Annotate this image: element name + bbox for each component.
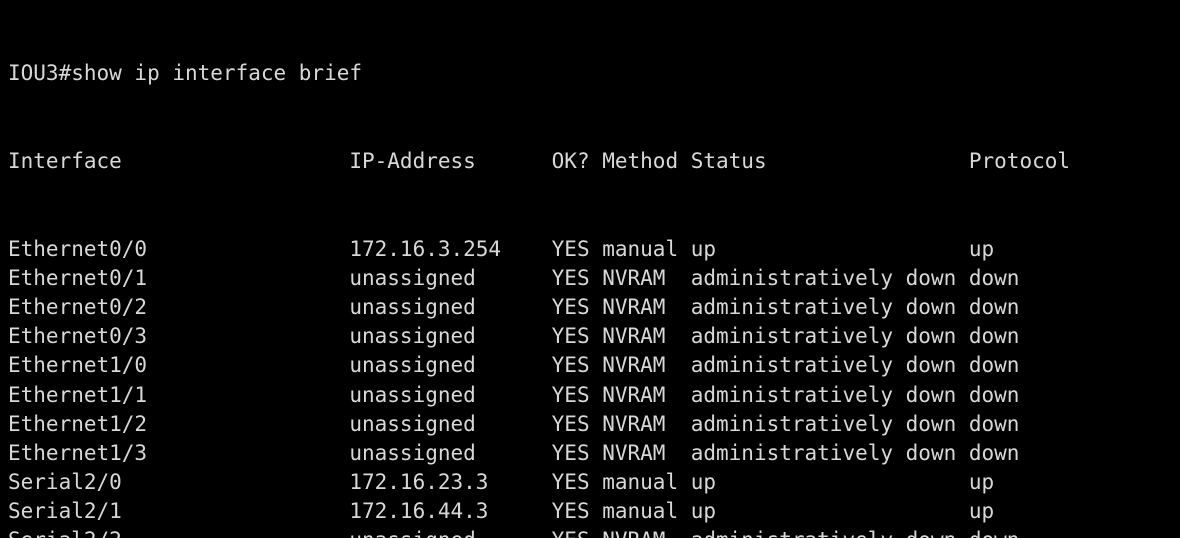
- table-row: Ethernet1/1 unassigned YES NVRAM adminis…: [8, 382, 1020, 407]
- terminal-window[interactable]: IOU3#show ip interface brief Interface I…: [0, 0, 1180, 538]
- table-row: Serial2/2 unassigned YES NVRAM administr…: [8, 526, 1070, 538]
- table-row: Ethernet0/1 unassigned YES NVRAM adminis…: [8, 265, 1020, 290]
- table-header-row: Interface IP-Address OK? Method Status P…: [8, 149, 1071, 173]
- interface-table: Ethernet0/0 172.16.3.254 YES manual up u…: [8, 235, 1070, 538]
- command-line: IOU3#show ip interface brief: [8, 61, 363, 86]
- table-row: Ethernet0/0 172.16.3.254 YES manual up u…: [8, 236, 995, 261]
- table-row: Ethernet1/0 unassigned YES NVRAM adminis…: [8, 353, 1020, 378]
- terminal-screen: IOU3#show ip interface brief Interface I…: [8, 1, 1070, 538]
- table-row: Ethernet1/2 unassigned YES NVRAM adminis…: [8, 411, 1020, 436]
- table-row: Ethernet1/3 unassigned YES NVRAM adminis…: [8, 440, 1020, 465]
- table-row: Ethernet0/3 unassigned YES NVRAM adminis…: [8, 324, 1020, 349]
- table-row: Ethernet0/2 unassigned YES NVRAM adminis…: [8, 294, 1020, 319]
- table-row: Serial2/1 172.16.44.3 YES manual up up: [8, 499, 995, 524]
- table-row: Serial2/0 172.16.23.3 YES manual up up: [8, 470, 995, 495]
